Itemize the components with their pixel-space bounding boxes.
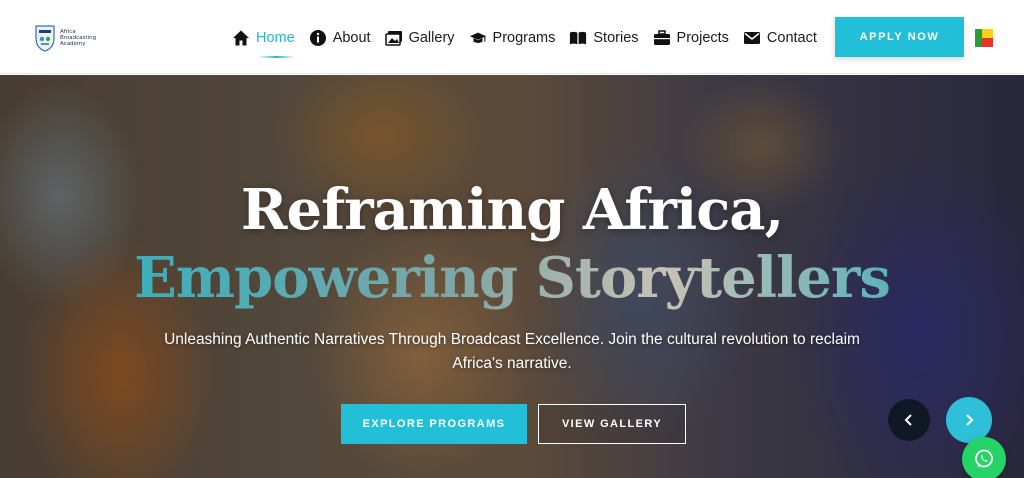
nav-programs[interactable]: Programs xyxy=(469,24,556,52)
chevron-left-icon xyxy=(904,414,912,426)
chevron-right-icon xyxy=(966,414,974,426)
nav-gallery-label: Gallery xyxy=(408,30,455,46)
logo-line-3: Academy xyxy=(60,41,86,47)
briefcase-icon xyxy=(653,29,671,47)
logo-wordmark: Africa Broadcasting Academy xyxy=(60,29,96,47)
book-icon xyxy=(569,29,587,47)
nav-projects[interactable]: Projects xyxy=(653,24,729,52)
nav-about-label: About xyxy=(332,30,371,46)
hero-title-line-1: Reframing Africa, xyxy=(240,177,784,243)
envelope-icon xyxy=(743,29,761,47)
nav-home[interactable]: Home xyxy=(232,24,295,58)
flag-green-band xyxy=(975,29,982,47)
nav-stories-label: Stories xyxy=(593,30,639,46)
explore-programs-button[interactable]: EXPLORE PROGRAMS xyxy=(341,404,527,444)
nav-contact[interactable]: Contact xyxy=(743,24,817,52)
crest-icon xyxy=(35,25,55,52)
nav-projects-label: Projects xyxy=(676,30,729,46)
benin-flag-icon[interactable] xyxy=(975,29,993,47)
nav-about[interactable]: About xyxy=(309,24,371,52)
hero-section: Reframing Africa, Empowering Storyteller… xyxy=(0,75,1024,478)
nav-stories[interactable]: Stories xyxy=(569,24,639,52)
slider-prev-button[interactable] xyxy=(888,399,930,441)
graduation-cap-icon xyxy=(469,29,487,47)
site-logo[interactable]: Africa Broadcasting Academy xyxy=(34,22,114,54)
apply-now-button[interactable]: APPLY NOW xyxy=(835,17,964,57)
flag-right-bands xyxy=(982,29,993,47)
home-icon xyxy=(232,29,250,47)
images-icon xyxy=(384,29,403,47)
hero-title-line-2: Empowering Storytellers xyxy=(0,245,1024,311)
view-gallery-button[interactable]: VIEW GALLERY xyxy=(538,404,686,444)
nav-gallery[interactable]: Gallery xyxy=(384,24,455,52)
nav-home-label: Home xyxy=(256,30,295,46)
whatsapp-button[interactable] xyxy=(962,437,1006,478)
info-icon xyxy=(309,29,327,47)
flag-yellow-band xyxy=(982,29,993,38)
main-nav: Home About Gallery Programs Stories Proj… xyxy=(232,24,831,58)
site-header: Africa Broadcasting Academy Home About G… xyxy=(0,0,1024,74)
hero-subtitle: Unleashing Authentic Narratives Through … xyxy=(164,331,860,372)
whatsapp-icon xyxy=(975,449,993,468)
nav-programs-label: Programs xyxy=(492,30,556,46)
flag-red-band xyxy=(982,38,993,47)
nav-contact-label: Contact xyxy=(766,30,817,46)
